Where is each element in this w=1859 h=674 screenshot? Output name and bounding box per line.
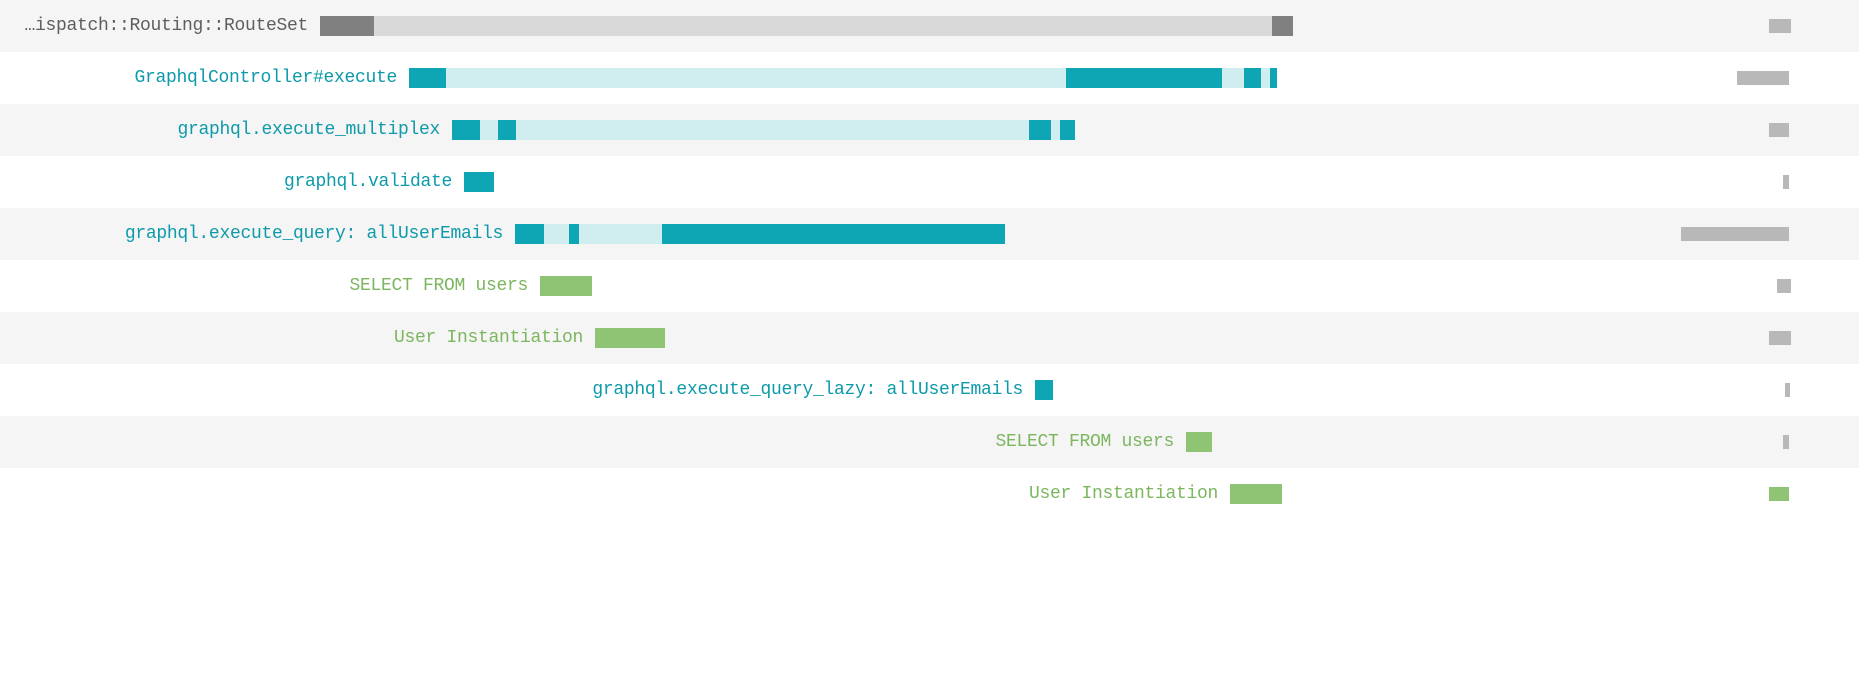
trace-row[interactable]: User Instantiation	[0, 312, 1859, 364]
span-label[interactable]: graphql.validate	[284, 172, 452, 192]
span-bar[interactable]	[320, 16, 1293, 36]
trace-row-main: User Instantiation	[0, 312, 1293, 364]
minimap-cell	[1601, 260, 1859, 312]
trace-row[interactable]: graphql.execute_query: allUserEmails	[0, 208, 1859, 260]
span-label[interactable]: graphql.execute_query_lazy: allUserEmail…	[592, 380, 1023, 400]
trace-row[interactable]: SELECT FROM users	[0, 416, 1859, 468]
trace-row[interactable]: SELECT FROM users	[0, 260, 1859, 312]
trace-row-main: graphql.validate	[0, 156, 1293, 208]
minimap-bar	[1785, 383, 1790, 397]
trace-row[interactable]: GraphqlController#execute	[0, 52, 1859, 104]
minimap-cell	[1601, 364, 1859, 416]
span-label[interactable]: SELECT FROM users	[349, 276, 528, 296]
trace-row-main: SELECT FROM users	[0, 416, 1293, 468]
trace-row-main: graphql.execute_multiplex	[0, 104, 1293, 156]
span-bar[interactable]	[515, 224, 1005, 244]
minimap-bar	[1783, 435, 1789, 449]
trace-row[interactable]: graphql.validate	[0, 156, 1859, 208]
span-label[interactable]: User Instantiation	[1029, 484, 1218, 504]
minimap-cell	[1601, 208, 1859, 260]
trace-row[interactable]: …ispatch::Routing::RouteSet	[0, 0, 1859, 52]
minimap-cell	[1601, 156, 1859, 208]
minimap-cell	[1601, 52, 1859, 104]
span-bar[interactable]	[1035, 380, 1053, 400]
minimap-cell	[1601, 468, 1859, 520]
minimap-bar	[1769, 331, 1791, 345]
minimap-bar	[1769, 487, 1789, 501]
span-bar[interactable]	[540, 276, 592, 296]
minimap-cell	[1601, 416, 1859, 468]
span-bar[interactable]	[1186, 432, 1212, 452]
trace-waterfall: …ispatch::Routing::RouteSetGraphqlContro…	[0, 0, 1859, 520]
span-bar[interactable]	[1230, 484, 1282, 504]
span-bar[interactable]	[452, 120, 1066, 140]
minimap-cell	[1601, 312, 1859, 364]
minimap-bar	[1769, 19, 1791, 33]
minimap-cell	[1601, 0, 1859, 52]
trace-row-main: User Instantiation	[0, 468, 1293, 520]
span-label[interactable]: graphql.execute_multiplex	[177, 120, 440, 140]
trace-row[interactable]: graphql.execute_query_lazy: allUserEmail…	[0, 364, 1859, 416]
minimap-bar	[1783, 175, 1789, 189]
minimap-bar	[1777, 279, 1791, 293]
span-label[interactable]: User Instantiation	[394, 328, 583, 348]
span-label[interactable]: graphql.execute_query: allUserEmails	[125, 224, 503, 244]
span-label[interactable]: SELECT FROM users	[995, 432, 1174, 452]
trace-row[interactable]: User Instantiation	[0, 468, 1859, 520]
trace-row-main: graphql.execute_query: allUserEmails	[0, 208, 1293, 260]
trace-row-main: …ispatch::Routing::RouteSet	[0, 0, 1293, 52]
minimap-cell	[1601, 104, 1859, 156]
minimap-bar	[1769, 123, 1789, 137]
trace-row[interactable]: graphql.execute_multiplex	[0, 104, 1859, 156]
trace-row-main: SELECT FROM users	[0, 260, 1293, 312]
trace-row-main: graphql.execute_query_lazy: allUserEmail…	[0, 364, 1293, 416]
trace-row-main: GraphqlController#execute	[0, 52, 1293, 104]
span-label[interactable]: …ispatch::Routing::RouteSet	[24, 16, 308, 36]
span-bar[interactable]	[464, 172, 494, 192]
span-bar[interactable]	[409, 68, 1274, 88]
minimap-bar	[1737, 71, 1789, 85]
minimap-bar	[1681, 227, 1789, 241]
span-bar[interactable]	[595, 328, 665, 348]
span-label[interactable]: GraphqlController#execute	[134, 68, 397, 88]
